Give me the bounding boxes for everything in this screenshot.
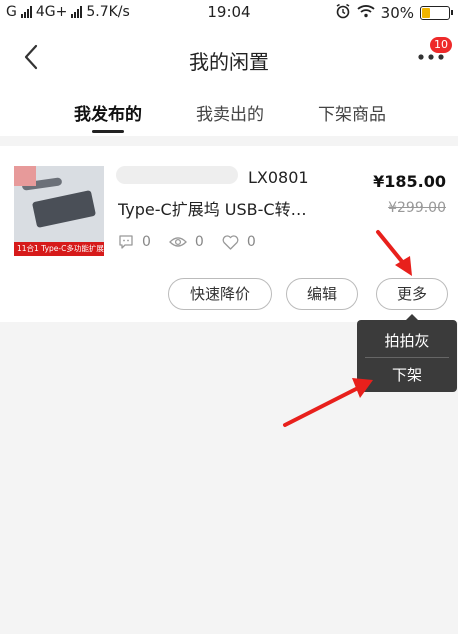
arrow-to-delist-item-icon	[283, 378, 373, 427]
arrow-to-more-button-icon	[376, 230, 412, 276]
annotation-arrows	[283, 230, 412, 427]
